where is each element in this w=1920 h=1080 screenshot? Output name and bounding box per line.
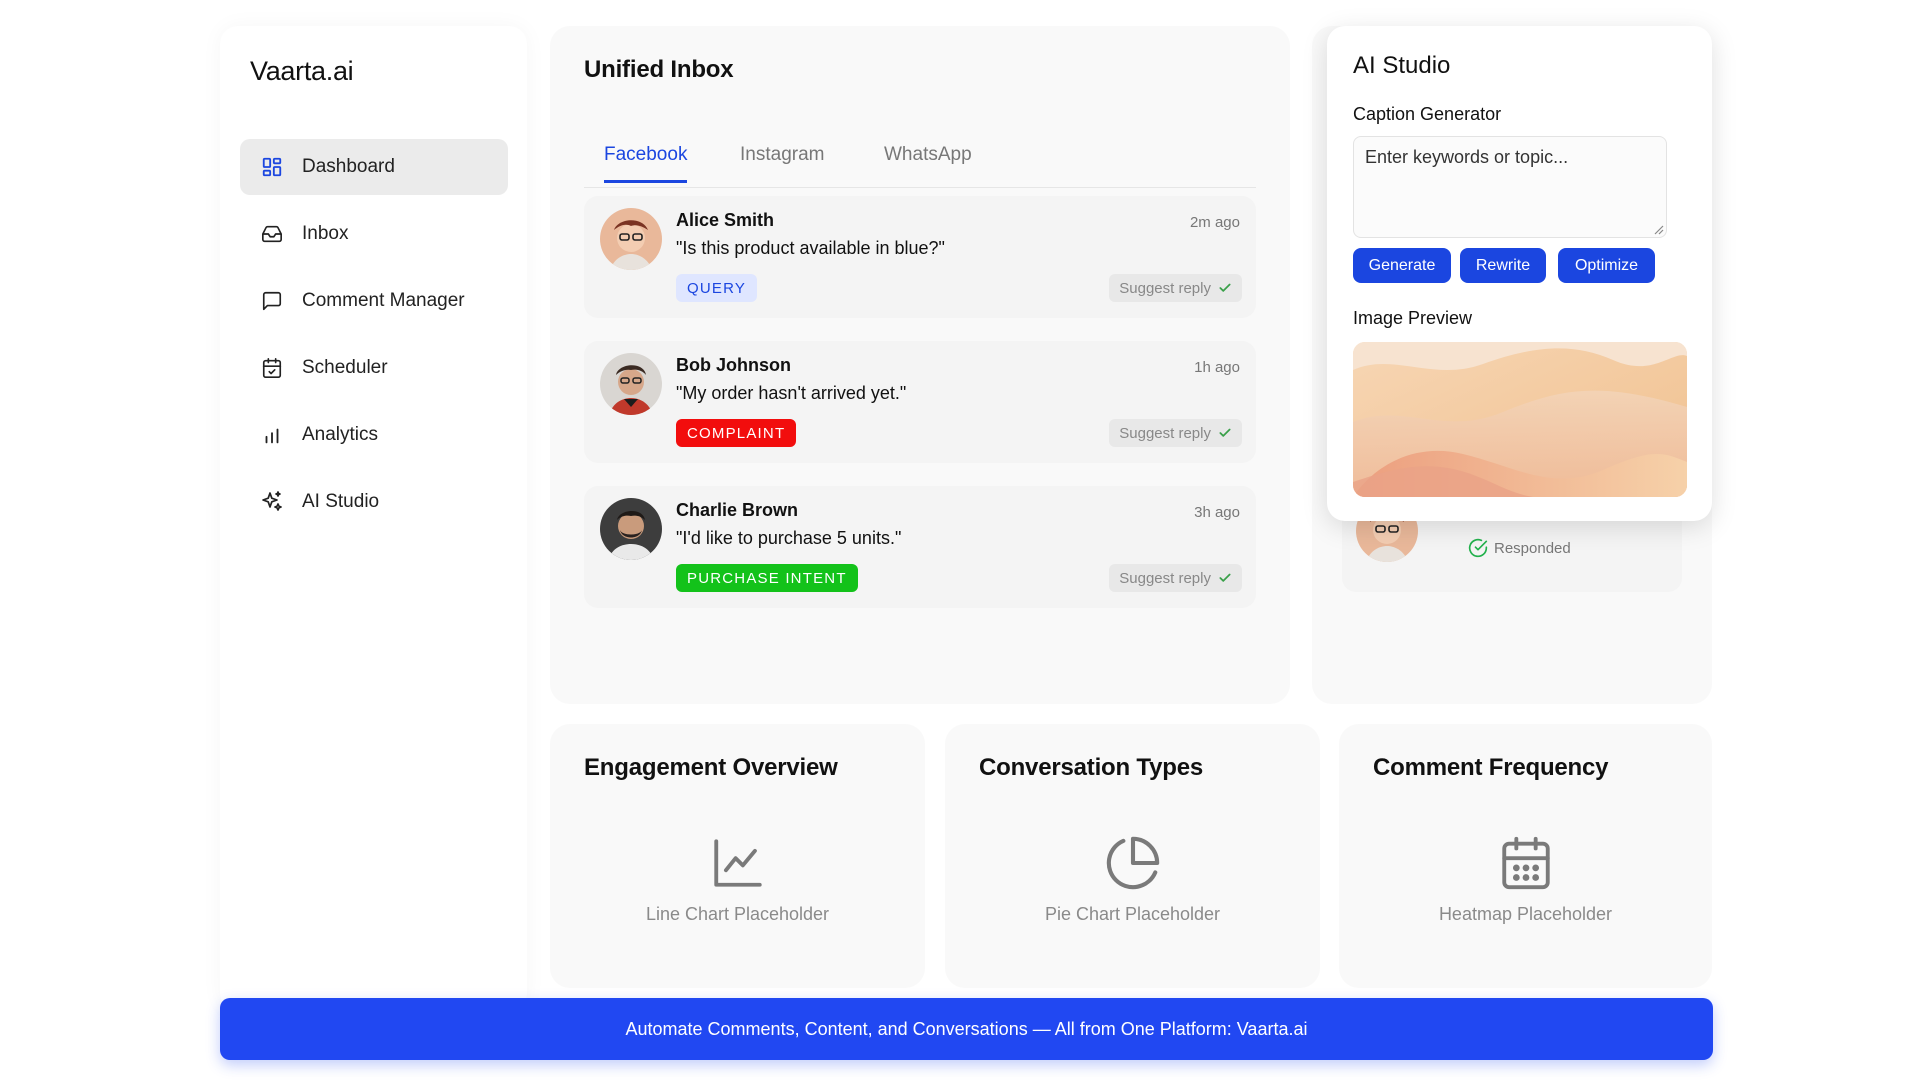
chart-placeholder-label: Line Chart Placeholder — [645, 904, 830, 924]
message-time: 1h ago — [1194, 359, 1240, 376]
suggest-reply-label: Suggest reply — [1119, 569, 1211, 587]
caption-generator-label: Caption Generator — [1353, 104, 1502, 124]
promo-banner: Automate Comments, Content, and Conversa… — [220, 998, 1713, 1060]
avatar — [600, 208, 662, 270]
optimize-button[interactable]: Optimize — [1558, 248, 1655, 283]
comment-frequency-card: Comment Frequency Heatmap Placeholder — [1339, 724, 1712, 988]
pie-chart-icon — [1104, 834, 1162, 897]
sender-name: Charlie Brown — [676, 500, 799, 520]
sidebar-item-inbox[interactable]: Inbox — [240, 206, 508, 262]
generate-button[interactable]: Generate — [1353, 248, 1451, 283]
inbox-title: Unified Inbox — [584, 56, 734, 83]
message-time: 2m ago — [1189, 214, 1240, 231]
unified-inbox-panel: Unified Inbox Facebook Instagram WhatsAp… — [550, 26, 1290, 704]
tab-facebook[interactable]: Facebook — [604, 144, 688, 183]
sidebar-item-label: Inbox — [302, 223, 349, 244]
chat-bubble-icon — [260, 289, 284, 313]
sidebar-item-analytics[interactable]: Analytics — [240, 407, 508, 463]
check-icon — [1219, 283, 1231, 292]
sender-name: Alice Smith — [676, 210, 775, 230]
sidebar-item-comment-manager[interactable]: Comment Manager — [240, 273, 508, 329]
resize-grip-icon[interactable] — [1654, 225, 1664, 235]
sidebar-item-scheduler[interactable]: Scheduler — [240, 340, 508, 396]
suggest-reply-button[interactable]: Suggest reply — [1109, 419, 1242, 447]
suggest-reply-label: Suggest reply — [1119, 279, 1211, 297]
message-text: "I'd like to purchase 5 units." — [676, 528, 902, 548]
brand-logo: Vaarta.ai — [250, 56, 354, 86]
sidebar-item-label: Scheduler — [302, 357, 388, 378]
sidebar: Vaarta.ai Dashboard Inbox Comment Manage… — [220, 26, 527, 1011]
suggest-reply-button[interactable]: Suggest reply — [1109, 274, 1242, 302]
card-title: Engagement Overview — [584, 754, 838, 781]
bar-chart-icon — [260, 423, 284, 447]
suggest-reply-label: Suggest reply — [1119, 424, 1211, 442]
sidebar-item-label: Comment Manager — [302, 290, 465, 311]
image-preview-label: Image Preview — [1353, 308, 1473, 328]
suggest-reply-button[interactable]: Suggest reply — [1109, 564, 1242, 592]
sidebar-nav: Dashboard Inbox Comment Manager Schedule… — [240, 139, 508, 541]
platform-tabs: Facebook Instagram WhatsApp — [584, 126, 1256, 188]
card-title: Comment Frequency — [1373, 754, 1609, 781]
engagement-overview-card: Engagement Overview Line Chart Placehold… — [550, 724, 925, 988]
dashboard-grid-icon — [260, 155, 284, 179]
caption-input[interactable] — [1353, 136, 1667, 238]
sidebar-item-label: Dashboard — [302, 156, 395, 177]
message-item[interactable]: Bob Johnson 1h ago "My order hasn't arri… — [584, 341, 1256, 463]
sidebar-item-label: AI Studio — [302, 491, 380, 512]
message-text: "My order hasn't arrived yet." — [676, 383, 907, 403]
calendar-check-icon — [260, 356, 284, 380]
sidebar-item-label: Analytics — [302, 424, 379, 445]
message-item[interactable]: Charlie Brown 3h ago "I'd like to purcha… — [584, 486, 1256, 608]
card-title: Conversation Types — [979, 754, 1204, 781]
status-badge: COMPLAINT — [676, 419, 797, 447]
status-badge: PURCHASE INTENT — [676, 564, 858, 592]
calendar-grid-icon — [1497, 834, 1555, 897]
check-circle-icon — [1468, 538, 1488, 558]
rewrite-button[interactable]: Rewrite — [1460, 248, 1546, 283]
sidebar-item-ai-studio[interactable]: AI Studio — [240, 474, 508, 530]
status-badge: QUERY — [676, 274, 758, 302]
sender-name: Bob Johnson — [676, 355, 791, 375]
sparkles-icon — [260, 490, 284, 514]
tab-whatsapp[interactable]: WhatsApp — [884, 144, 972, 180]
check-icon — [1219, 573, 1231, 582]
message-time: 3h ago — [1194, 504, 1240, 521]
responded-status: Responded — [1468, 538, 1571, 558]
ai-studio-popup: AI Studio Caption Generator Generate Rew… — [1327, 26, 1712, 521]
image-preview — [1353, 342, 1687, 497]
check-icon — [1219, 428, 1231, 437]
message-item[interactable]: Alice Smith 2m ago "Is this product avai… — [584, 196, 1256, 318]
line-chart-icon — [709, 834, 767, 897]
responded-label: Responded — [1494, 539, 1571, 557]
tab-instagram[interactable]: Instagram — [740, 144, 824, 180]
sidebar-item-dashboard[interactable]: Dashboard — [240, 139, 508, 195]
chart-placeholder-label: Pie Chart Placeholder — [1044, 904, 1221, 924]
avatar — [600, 498, 662, 560]
conversation-types-card: Conversation Types Pie Chart Placeholder — [945, 724, 1320, 988]
inbox-tray-icon — [260, 222, 284, 246]
message-text: "Is this product available in blue?" — [676, 238, 945, 258]
ai-studio-title: AI Studio — [1353, 52, 1451, 79]
chart-placeholder-label: Heatmap Placeholder — [1438, 904, 1613, 924]
avatar — [600, 353, 662, 415]
